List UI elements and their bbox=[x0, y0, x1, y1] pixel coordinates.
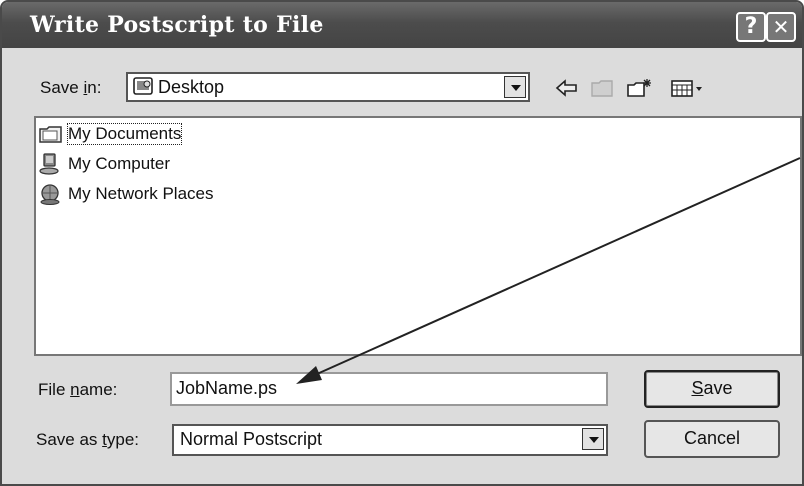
file-list[interactable]: My Documents My Computer My Network Plac… bbox=[34, 116, 802, 356]
save-in-dropdown[interactable]: Desktop bbox=[126, 72, 530, 102]
file-name-label: File name: bbox=[38, 380, 118, 399]
file-name-input[interactable]: JobName.ps bbox=[170, 372, 608, 406]
back-arrow-icon[interactable] bbox=[554, 78, 580, 98]
title-bar[interactable]: Write Postscript to File ? ✕ bbox=[2, 2, 802, 48]
window-title: Write Postscript to File bbox=[30, 12, 324, 38]
save-as-type-value: Normal Postscript bbox=[180, 429, 323, 449]
new-folder-icon[interactable] bbox=[626, 78, 652, 98]
file-name-value: JobName.ps bbox=[176, 378, 278, 398]
help-button[interactable]: ? bbox=[736, 12, 766, 42]
network-places-icon bbox=[40, 184, 60, 205]
save-button[interactable]: Save bbox=[644, 370, 780, 408]
save-dialog: Write Postscript to File ? ✕ Save in: De… bbox=[0, 0, 804, 486]
close-icon: ✕ bbox=[772, 15, 790, 39]
save-as-type-label: Save as type: bbox=[36, 430, 140, 449]
save-as-type-dropdown[interactable]: Normal Postscript bbox=[172, 424, 608, 456]
desktop-icon bbox=[133, 77, 153, 95]
save-in-value: Desktop bbox=[158, 77, 225, 97]
my-computer-icon bbox=[39, 153, 59, 175]
save-as-type-dropdown-arrow[interactable] bbox=[582, 428, 604, 450]
my-documents-icon bbox=[39, 126, 62, 143]
list-item-label: My Documents bbox=[66, 123, 183, 145]
view-menu-icon[interactable] bbox=[670, 78, 706, 98]
list-item-label: My Network Places bbox=[68, 184, 214, 203]
help-icon: ? bbox=[744, 14, 758, 39]
save-in-label: Save in: bbox=[40, 78, 102, 97]
up-folder-icon[interactable] bbox=[590, 78, 616, 98]
save-in-dropdown-arrow[interactable] bbox=[504, 76, 526, 98]
close-button[interactable]: ✕ bbox=[766, 12, 796, 42]
list-item-label: My Computer bbox=[68, 154, 171, 173]
cancel-button[interactable]: Cancel bbox=[644, 420, 780, 458]
